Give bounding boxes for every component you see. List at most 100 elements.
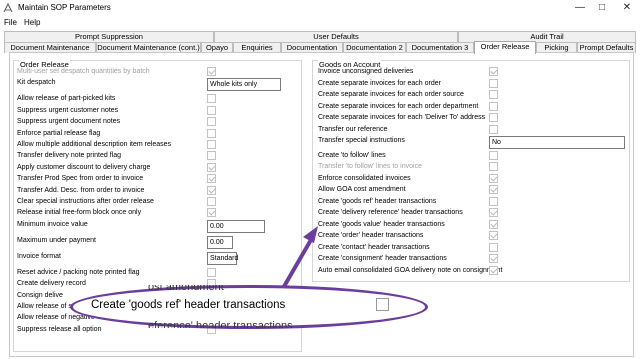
checkbox-create-delivery-reference-header-transactions[interactable]: [489, 208, 498, 217]
checkbox-invoice-unconsigned-deliveries[interactable]: [489, 67, 498, 76]
checkbox-create-separate-invoices-for-each-order-source[interactable]: [489, 90, 498, 99]
setting-row-suppress-release-all-option: Suppress release all option: [17, 324, 101, 335]
setting-row-auto-email-consolidated-goa-delivery-note-on-consignment: Auto email consolidated GOA delivery not…: [318, 265, 502, 276]
menu-help[interactable]: Help: [24, 18, 40, 27]
checkbox-clear-special-instructions-after-order-release[interactable]: [207, 197, 216, 206]
setting-label: Multi-user set despatch quantities by ba…: [17, 68, 150, 75]
setting-label: Allow release of part-picked kits: [17, 95, 116, 103]
setting-label: Transfer Add. Desc. from order to invoic…: [17, 186, 145, 194]
setting-label: Create 'consignment' header transactions: [318, 255, 447, 262]
setting-row-transfer-our-reference: Transfer our reference: [318, 124, 387, 135]
setting-label: Allow GOA cost amendment: [318, 186, 406, 193]
setting-label: Clear special instructions after order r…: [17, 198, 154, 205]
setting-row-allow-goa-cost-amendment: Allow GOA cost amendment: [318, 184, 406, 195]
checkbox-auto-email-consolidated-goa-delivery-note-on-consignment[interactable]: [489, 265, 498, 275]
close-icon[interactable]: ✕: [617, 1, 637, 15]
checkbox-transfer-prod-spec-from-order-to-invoice[interactable]: [207, 174, 216, 184]
setting-row-create-delivery-record: Create delivery record: [17, 278, 86, 289]
checkbox-allow-multiple-additional-description-item-releases[interactable]: [207, 140, 216, 149]
setting-row-transfer-special-instructions: Transfer special instructions: [318, 135, 405, 146]
setting-label: Transfer 'to follow' lines to invoice: [318, 163, 422, 170]
setting-label: Create 'goods ref' header transactions: [318, 197, 437, 205]
field-minimum-invoice-value[interactable]: 0.00: [207, 219, 265, 233]
setting-label: Create 'to follow' lines: [318, 151, 386, 159]
checkbox-create-separate-invoices-for-each-order-department[interactable]: [489, 101, 498, 111]
checkbox-allow-goa-cost-amendment[interactable]: [489, 185, 498, 194]
checkbox-enforce-consolidated-invoices[interactable]: [489, 173, 498, 183]
setting-row-transfer-to-follow-lines-to-invoice: Transfer 'to follow' lines to invoice: [318, 161, 422, 172]
setting-row-maximum-under-payment: Maximum under payment: [17, 235, 96, 246]
setting-row-create-order-header-transactions: Create 'order' header transactions: [318, 230, 423, 241]
callout-ghost-below: eference' header transactions: [148, 320, 293, 328]
setting-label: Release initial free-form block once onl…: [17, 209, 142, 217]
checkbox-allow-release-of-part-picked-kits[interactable]: [207, 94, 216, 104]
setting-row-multi-user-set-despatch-quantities-by-batch: Multi-user set despatch quantities by ba…: [17, 66, 150, 77]
setting-label: Apply customer discount to delivery char…: [17, 163, 151, 171]
setting-row-create-separate-invoices-for-each-deliver-to-address: Create separate invoices for each 'Deliv…: [318, 112, 485, 123]
field-kit-despatch[interactable]: Whole kits only: [207, 78, 281, 92]
setting-row-transfer-delivery-note-printed-flag: Transfer delivery note printed flag: [17, 150, 121, 161]
checkbox-suppress-urgent-document-notes[interactable]: [207, 117, 216, 127]
setting-row-apply-customer-discount-to-delivery-charge: Apply customer discount to delivery char…: [17, 162, 150, 173]
checkbox-transfer-our-reference[interactable]: [489, 124, 498, 134]
checkbox-create-separate-invoices-for-each-deliver-to-address[interactable]: [489, 113, 498, 122]
setting-label: Minimum invoice value: [17, 220, 88, 228]
maximize-icon[interactable]: □: [592, 1, 612, 15]
checkbox-apply-customer-discount-to-delivery-charge[interactable]: [207, 162, 216, 172]
setting-label: Suppress urgent customer notes: [17, 106, 119, 114]
setting-row-create-goods-ref-header-transactions: Create 'goods ref' header transactions: [318, 196, 436, 207]
menu-file[interactable]: File: [4, 18, 17, 27]
setting-row-create-goods-value-header-transactions: Create 'goods value' header transactions: [318, 219, 445, 230]
setting-row-transfer-add-desc-from-order-to-invoice: Transfer Add. Desc. from order to invoic…: [17, 185, 144, 196]
callout-label: Create 'goods ref' header transactions: [91, 299, 286, 311]
setting-row-create-separate-invoices-for-each-order: Create separate invoices for each order: [318, 78, 441, 89]
setting-row-minimum-invoice-value: Minimum invoice value: [17, 219, 88, 230]
setting-label: Auto email consolidated GOA delivery not…: [318, 266, 503, 274]
checkbox-suppress-urgent-customer-notes[interactable]: [207, 105, 216, 115]
setting-label: Invoice unconsigned deliveries: [318, 68, 414, 75]
tab-user-defaults[interactable]: User Defaults: [214, 31, 458, 42]
setting-label: Transfer delivery note printed flag: [17, 152, 122, 160]
setting-row-reset-advice-packing-note-printed-flag: Reset advice / packing note printed flag: [17, 267, 140, 278]
checkbox-release-initial-free-form-block-once-only[interactable]: [207, 208, 216, 218]
setting-label: Transfer our reference: [318, 125, 388, 133]
minimize-icon[interactable]: —: [570, 1, 590, 15]
setting-label: Allow release of s: [17, 303, 72, 310]
setting-row-allow-release-of-part-picked-kits: Allow release of part-picked kits: [17, 93, 115, 104]
setting-label: Create 'contact' header transactions: [318, 243, 430, 251]
setting-row-suppress-urgent-customer-notes: Suppress urgent customer notes: [17, 105, 118, 116]
callout-ghost-above: ost amendment: [148, 285, 224, 293]
field-maximum-under-payment[interactable]: 0.00: [207, 235, 233, 249]
app-icon: [3, 3, 13, 13]
setting-label: Create separate invoices for each order …: [318, 91, 464, 98]
menu-bar: File Help: [0, 17, 642, 29]
setting-label: Suppress release all option: [17, 325, 102, 333]
checkbox-create-to-follow-lines[interactable]: [489, 150, 498, 160]
field-transfer-special-instructions[interactable]: No: [489, 136, 625, 149]
tab-prompt-suppression[interactable]: Prompt Suppression: [4, 31, 214, 42]
checkbox-create-order-header-transactions[interactable]: [489, 231, 498, 240]
checkbox-enforce-partial-release-flag[interactable]: [207, 128, 216, 138]
setting-row-create-delivery-reference-header-transactions: Create 'delivery reference' header trans…: [318, 207, 463, 218]
checkbox-create-contact-header-transactions[interactable]: [489, 242, 498, 252]
title-bar: Maintain SOP Parameters — □ ✕: [0, 0, 642, 16]
tab-order-release[interactable]: Order Release: [474, 41, 536, 54]
setting-label: Transfer Prod Spec from order to invoice: [17, 175, 144, 183]
checkbox-transfer-add-desc-from-order-to-invoice[interactable]: [207, 185, 216, 195]
setting-row-invoice-format: Invoice format: [17, 251, 61, 262]
checkbox-create-goods-ref-header-transactions[interactable]: [489, 196, 498, 206]
setting-row-invoice-unconsigned-deliveries: Invoice unconsigned deliveries: [318, 66, 413, 77]
setting-label: Create 'delivery reference' header trans…: [318, 209, 463, 216]
setting-label: Create delivery record: [17, 280, 86, 288]
checkbox-create-separate-invoices-for-each-order[interactable]: [489, 78, 498, 88]
setting-row-clear-special-instructions-after-order-release: Clear special instructions after order r…: [17, 196, 154, 207]
checkbox-create-consignment-header-transactions[interactable]: [489, 254, 498, 263]
setting-row-create-contact-header-transactions: Create 'contact' header transactions: [318, 242, 430, 253]
setting-label: Create separate invoices for each 'Deliv…: [318, 114, 486, 121]
checkbox-multi-user-set-despatch-quantities-by-batch: [207, 67, 216, 76]
checkbox-transfer-delivery-note-printed-flag[interactable]: [207, 151, 216, 161]
checkbox-create-goods-value-header-transactions[interactable]: [489, 219, 498, 229]
checkbox-transfer-to-follow-lines-to-invoice: [489, 162, 498, 171]
field-invoice-format[interactable]: Standard: [207, 251, 238, 265]
checkbox-reset-advice-packing-note-printed-flag[interactable]: [207, 267, 216, 277]
